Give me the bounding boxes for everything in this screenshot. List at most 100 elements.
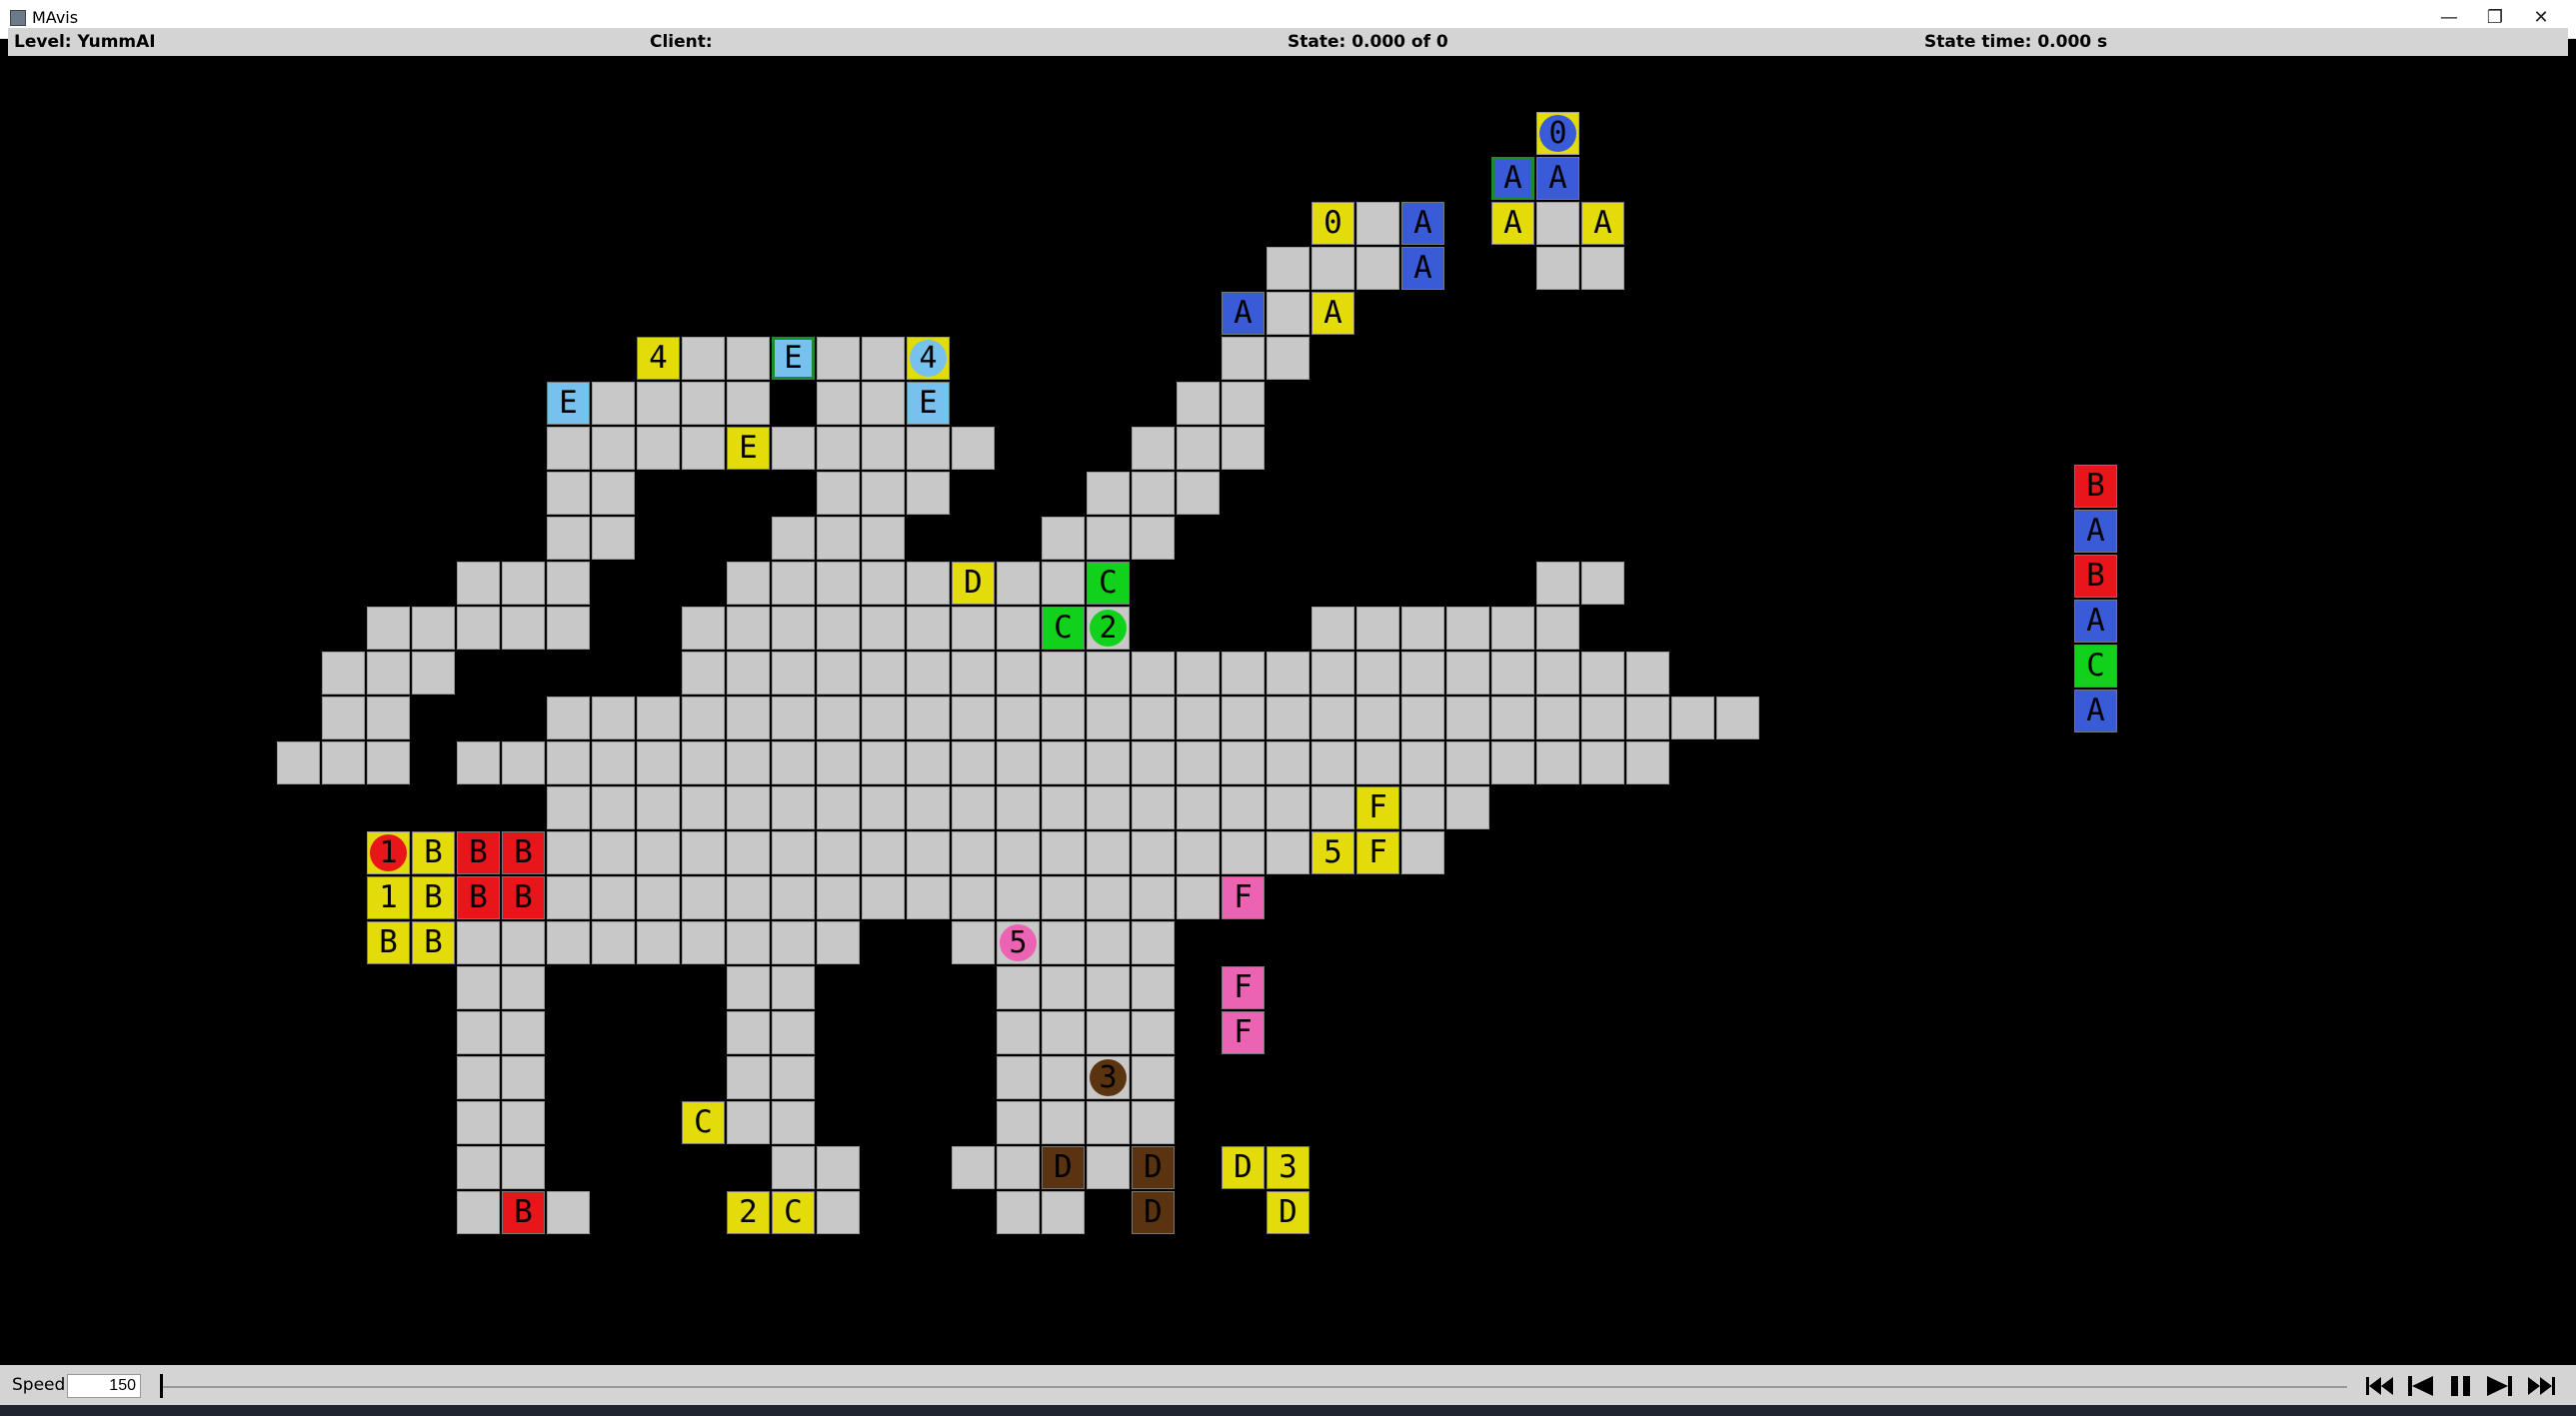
floor-tile	[682, 831, 725, 874]
floor-tile	[772, 697, 815, 739]
floor-tile	[1042, 517, 1085, 560]
floor-tile	[592, 831, 635, 874]
step-back-icon[interactable]	[2403, 1373, 2437, 1399]
floor-tile	[1401, 786, 1444, 829]
floor-tile	[682, 786, 725, 829]
floor-tile	[1626, 697, 1669, 739]
box-b: B	[367, 921, 410, 964]
floor-tile	[772, 966, 815, 1009]
floor-tile	[322, 741, 365, 784]
agent-3[interactable]: 3	[1090, 1059, 1127, 1096]
floor-tile	[682, 382, 725, 425]
floor-tile	[1536, 247, 1579, 290]
floor-tile	[457, 607, 500, 650]
floor-tile	[1087, 786, 1130, 829]
floor-tile	[1536, 697, 1579, 739]
floor-tile	[907, 786, 950, 829]
skip-to-end-icon[interactable]	[2524, 1373, 2558, 1399]
floor-tile	[817, 337, 860, 380]
floor-tile	[772, 562, 815, 605]
floor-tile	[1042, 652, 1085, 695]
floor-tile	[1222, 786, 1265, 829]
floor-tile	[907, 831, 950, 874]
floor-tile	[1536, 202, 1579, 245]
agent-2[interactable]: 2	[1090, 610, 1127, 647]
floor-tile	[457, 1101, 500, 1144]
seek-slider[interactable]	[160, 1386, 2347, 1388]
floor-tile	[547, 786, 590, 829]
floor-tile	[817, 876, 860, 919]
floor-tile	[1401, 652, 1444, 695]
floor-tile	[502, 1146, 545, 1189]
floor-tile	[1222, 337, 1265, 380]
legend-box-b: B	[2074, 465, 2117, 508]
floor-tile	[952, 741, 995, 784]
floor-tile	[1446, 697, 1489, 739]
speed-input[interactable]	[67, 1374, 141, 1398]
floor-tile	[547, 1191, 590, 1234]
floor-tile	[457, 1191, 500, 1234]
floor-tile	[682, 337, 725, 380]
floor-tile	[547, 472, 590, 515]
agent-goal-4: 4	[637, 337, 680, 380]
floor-tile	[1671, 697, 1714, 739]
floor-tile	[997, 697, 1040, 739]
floor-tile	[862, 382, 905, 425]
floor-tile	[997, 1101, 1040, 1144]
box-e: E	[772, 337, 815, 380]
floor-tile	[682, 741, 725, 784]
pause-icon[interactable]	[2444, 1373, 2478, 1399]
box-b: B	[412, 921, 455, 964]
seek-slider-thumb[interactable]	[160, 1374, 163, 1398]
floor-tile	[1446, 786, 1489, 829]
floor-tile	[1581, 652, 1624, 695]
floor-tile	[952, 427, 995, 470]
floor-tile	[1356, 652, 1399, 695]
step-forward-icon[interactable]	[2483, 1373, 2517, 1399]
floor-tile	[952, 921, 995, 964]
floor-tile	[1446, 741, 1489, 784]
floor-tile	[772, 652, 815, 695]
agent-5[interactable]: 5	[1000, 924, 1037, 961]
agent-1[interactable]: 1	[370, 834, 407, 871]
floor-tile	[1581, 247, 1624, 290]
floor-tile	[592, 741, 635, 784]
box-a: A	[1581, 202, 1624, 245]
floor-tile	[682, 652, 725, 695]
floor-tile	[1222, 741, 1265, 784]
floor-tile	[1446, 652, 1489, 695]
floor-tile	[817, 517, 860, 560]
floor-tile	[997, 876, 1040, 919]
floor-tile	[547, 876, 590, 919]
floor-tile	[1536, 607, 1579, 650]
agent-0[interactable]: 0	[1539, 115, 1576, 152]
floor-tile	[907, 876, 950, 919]
box-a: A	[1401, 202, 1444, 245]
floor-tile	[997, 562, 1040, 605]
box-c: C	[1087, 562, 1130, 605]
floor-tile	[1042, 1011, 1085, 1054]
floor-tile	[457, 562, 500, 605]
floor-tile	[862, 831, 905, 874]
floor-tile	[817, 382, 860, 425]
box-f: F	[1222, 876, 1265, 919]
floor-tile	[952, 652, 995, 695]
floor-tile	[727, 966, 770, 1009]
floor-tile	[547, 921, 590, 964]
floor-tile	[772, 876, 815, 919]
floor-tile	[637, 427, 680, 470]
floor-tile	[1177, 697, 1220, 739]
box-c: C	[1042, 607, 1085, 650]
floor-tile	[862, 472, 905, 515]
floor-tile	[1042, 831, 1085, 874]
floor-tile	[1042, 921, 1085, 964]
floor-tile	[1087, 517, 1130, 560]
floor-tile	[277, 741, 320, 784]
floor-tile	[1087, 831, 1130, 874]
agent-4[interactable]: 4	[910, 340, 947, 377]
floor-tile	[1042, 786, 1085, 829]
floor-tile	[817, 1146, 860, 1189]
floor-tile	[727, 1056, 770, 1099]
floor-tile	[1536, 652, 1579, 695]
skip-to-start-icon[interactable]	[2363, 1373, 2397, 1399]
